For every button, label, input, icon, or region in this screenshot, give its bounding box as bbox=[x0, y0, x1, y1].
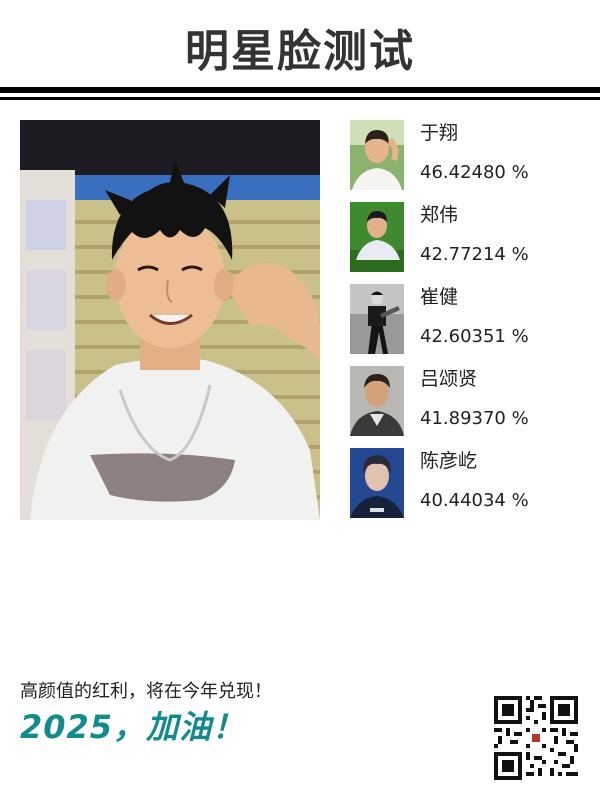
celebrity-name: 陈彦屹 bbox=[420, 450, 478, 472]
celebrity-name: 于翔 bbox=[420, 122, 459, 144]
title-divider-thin bbox=[0, 97, 600, 100]
celebrity-photo bbox=[350, 120, 404, 190]
qr-code[interactable] bbox=[494, 696, 578, 780]
result-item[interactable]: 崔健 42.60351 % bbox=[350, 284, 590, 366]
match-results-list: 于翔 46.42480 % 郑伟 42.77214 % 崔健 42.60351 … bbox=[350, 120, 590, 530]
title-divider-thick bbox=[0, 87, 600, 93]
result-item[interactable]: 郑伟 42.77214 % bbox=[350, 202, 590, 284]
similarity-score: 41.89370 % bbox=[420, 408, 529, 429]
result-item[interactable]: 吕颂贤 41.89370 % bbox=[350, 366, 590, 448]
similarity-score: 46.42480 % bbox=[420, 162, 529, 183]
celebrity-photo bbox=[350, 448, 404, 518]
similarity-score: 42.60351 % bbox=[420, 326, 529, 347]
celebrity-photo bbox=[350, 202, 404, 272]
celebrity-photo bbox=[350, 366, 404, 436]
similarity-score: 42.77214 % bbox=[420, 244, 529, 265]
user-photo bbox=[20, 120, 320, 520]
celebrity-name: 吕颂贤 bbox=[420, 368, 478, 390]
slogan-text: 2025，加油！ bbox=[20, 708, 246, 746]
page-title: 明星脸测试 bbox=[185, 26, 415, 77]
celebrity-photo bbox=[350, 284, 404, 354]
result-item[interactable]: 陈彦屹 40.44034 % bbox=[350, 448, 590, 530]
tagline-text: 高颜值的红利，将在今年兑现！ bbox=[20, 681, 272, 702]
similarity-score: 40.44034 % bbox=[420, 490, 529, 511]
celebrity-name: 崔健 bbox=[420, 286, 459, 308]
result-item[interactable]: 于翔 46.42480 % bbox=[350, 120, 590, 202]
celebrity-name: 郑伟 bbox=[420, 204, 459, 226]
